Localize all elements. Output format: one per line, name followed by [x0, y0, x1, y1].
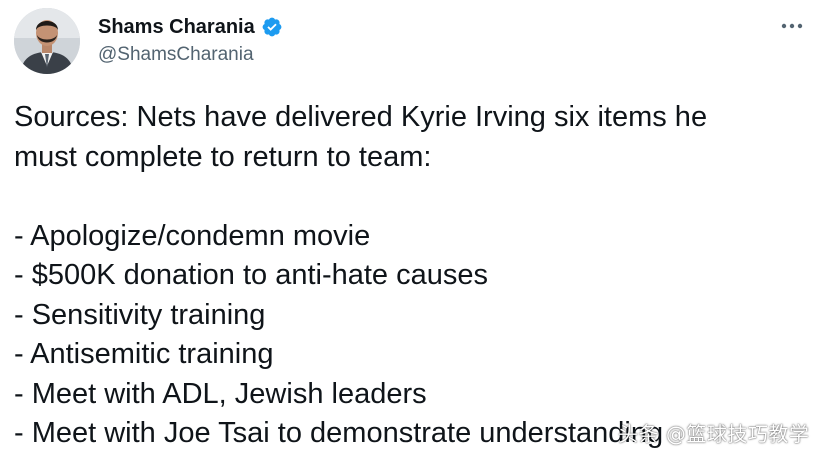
tweet-intro-line: must complete to return to team: — [14, 140, 432, 173]
tweet-list-item: - Sensitivity training — [14, 298, 266, 331]
author-display-name[interactable]: Shams Charania — [98, 16, 255, 39]
tweet-card: Shams Charania @ShamsCharania Sources: N… — [0, 0, 828, 455]
more-options-button[interactable] — [778, 14, 806, 38]
tweet-intro-line: Sources: Nets have delivered Kyrie Irvin… — [14, 101, 708, 133]
verified-badge-icon — [261, 16, 283, 38]
author-handle[interactable]: @ShamsCharania — [98, 44, 254, 66]
tweet-list-item: - Antisemitic training — [14, 338, 274, 370]
avatar[interactable] — [14, 8, 80, 74]
tweet-text: Sources: Nets have delivered Kyrie Irvin… — [14, 98, 814, 454]
author-name-row[interactable]: Shams Charania — [98, 14, 283, 40]
tweet-list-item: - Apologize/condemn movie — [14, 219, 371, 252]
tweet-list-item: - $500K donation to anti-hate causes — [14, 259, 488, 291]
watermark: 头条 @篮球技巧教学 — [618, 422, 810, 446]
tweet-list-item: - Meet with ADL, Jewish leaders — [14, 377, 427, 410]
avatar-image — [14, 8, 80, 74]
more-horizontal-icon — [781, 23, 803, 29]
